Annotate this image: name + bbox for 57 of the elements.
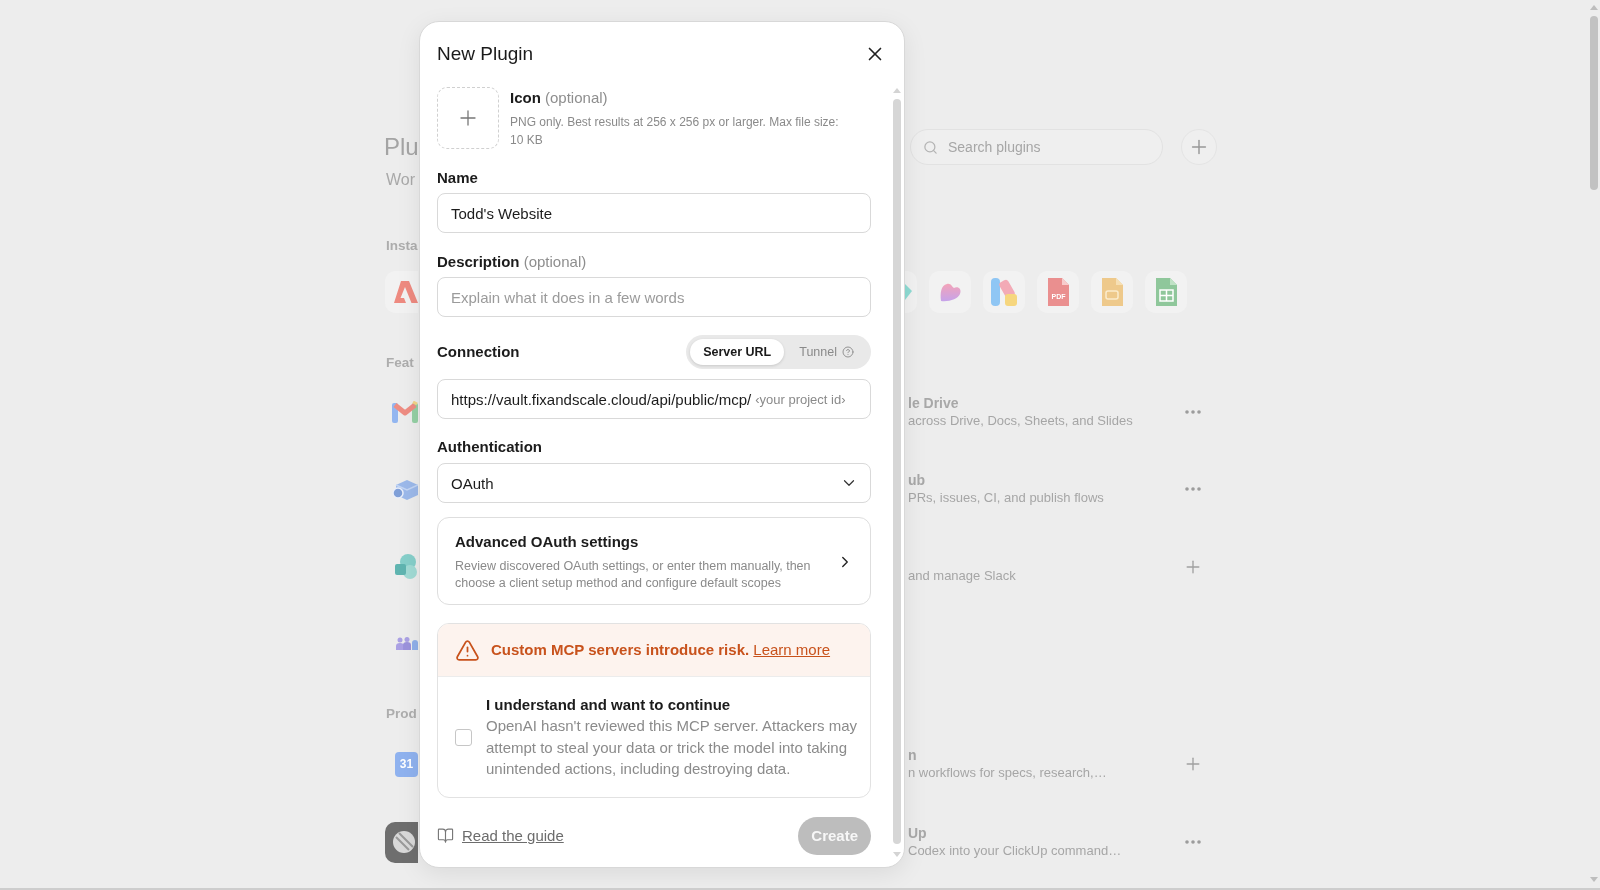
search-icon xyxy=(923,139,938,155)
plugin-name: Up xyxy=(908,824,928,842)
page-subtitle: Wor xyxy=(386,170,416,190)
guide-link[interactable]: Read the guide xyxy=(437,827,564,844)
scroll-up-icon[interactable] xyxy=(1590,5,1598,10)
icon-upload-button[interactable] xyxy=(437,87,499,149)
plugin-name: ub xyxy=(908,471,927,489)
book-icon xyxy=(437,827,454,844)
people-icon[interactable] xyxy=(396,636,418,650)
app-tile-icon[interactable] xyxy=(385,821,418,863)
server-url-field[interactable]: https://vault.fixandscale.cloud/api/public/mcp/ ‹your project id› xyxy=(437,379,871,419)
more-icon xyxy=(1185,840,1201,844)
scroll-up-icon[interactable] xyxy=(893,88,901,93)
card-title: Advanced OAuth settings xyxy=(455,531,640,552)
learn-more-link[interactable]: Learn more xyxy=(753,641,831,658)
plugin-description: across Drive, Docs, Sheets, and Slides xyxy=(908,412,1133,430)
advanced-settings-card[interactable]: Advanced OAuth settings Review discovered OAuth settings, or enter them manually, then choose a client setup method and configure default scopes xyxy=(437,517,871,605)
consent-title: I understand and want to continue xyxy=(486,695,732,715)
warning-message: Custom MCP servers introduce risk. Learn more xyxy=(491,640,831,660)
field-label: Name xyxy=(437,168,479,188)
authentication-select[interactable]: OAuth xyxy=(437,463,871,503)
plugin-name: n xyxy=(908,746,918,764)
section-heading: Feat xyxy=(386,354,414,372)
name-input[interactable]: Todd's Website xyxy=(437,193,871,233)
connection-tab[interactable]: Server URL xyxy=(690,339,785,365)
project-id-input[interactable]: ‹your project id› xyxy=(755,391,866,407)
plugin-description: and manage Slack xyxy=(908,567,1016,585)
section-heading: Insta xyxy=(386,237,418,255)
plugin-description: PRs, issues, CI, and publish flows xyxy=(908,489,1104,507)
envelope-icon[interactable] xyxy=(392,401,418,423)
section-heading: Prod xyxy=(386,705,417,723)
dialog-title: New Plugin xyxy=(437,41,534,66)
description-input[interactable]: Explain what it does in a few words xyxy=(437,277,871,317)
scrollbar-thumb[interactable] xyxy=(1590,16,1598,190)
scroll-down-icon[interactable] xyxy=(893,852,901,857)
page-title: Plu xyxy=(384,132,419,162)
field-label: Icon (optional) xyxy=(510,88,609,108)
card-description: Review discovered OAuth settings, or enter them manually, then choose a client setup method and configure default scopes xyxy=(455,557,812,592)
consent-checkbox[interactable] xyxy=(455,728,472,746)
plugin-description: n workflows for specs, research,… xyxy=(908,764,1107,782)
more-icon xyxy=(1185,410,1201,414)
plugin-description: Codex into your ClickUp command… xyxy=(908,842,1122,860)
box-icon[interactable] xyxy=(392,478,418,500)
search-field[interactable]: Search plugins xyxy=(910,129,1163,165)
plugin-name: le Drive xyxy=(908,394,960,412)
scroll-down-icon[interactable] xyxy=(1590,877,1598,882)
connection-tab[interactable]: Tunnel xyxy=(786,339,867,365)
field-hint: PNG only. Best results at 256 x 256 px or larger. Max file size: 10 KB xyxy=(510,114,840,149)
warning-icon xyxy=(455,637,480,663)
add-plugin-button[interactable] xyxy=(1181,129,1217,165)
field-label: Connection xyxy=(437,342,520,362)
more-icon xyxy=(1185,487,1201,491)
consent-description: OpenAI hasn't reviewed this MCP server. Attackers may attempt to steal your data or trick the model into taking unintended actions, including destroying data. xyxy=(486,716,859,779)
field-label: Authentication xyxy=(437,437,543,457)
circles-icon[interactable] xyxy=(394,554,418,580)
scrollbar-thumb[interactable] xyxy=(893,99,901,844)
field-label: Description (optional) xyxy=(437,252,588,272)
